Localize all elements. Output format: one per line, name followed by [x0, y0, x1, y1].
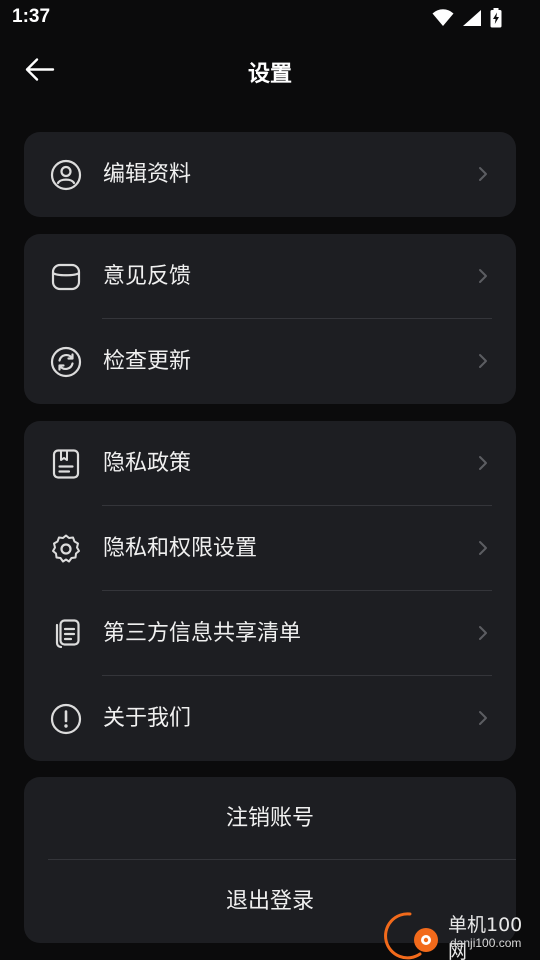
chevron-right-icon	[479, 269, 487, 283]
feedback-label: 意见反馈	[103, 264, 192, 289]
third-party-sharing-list-label: 第三方信息共享清单	[103, 621, 302, 646]
chevron-right-icon	[479, 541, 487, 555]
third-party-sharing-list-item[interactable]: 第三方信息共享清单	[24, 591, 516, 676]
settings-group-profile: 编辑资料	[24, 132, 516, 217]
watermark-logo-icon	[384, 912, 438, 960]
chevron-right-icon	[479, 711, 487, 725]
chevron-right-icon	[479, 456, 487, 470]
status-time: 1:37	[12, 6, 51, 27]
privacy-document-icon	[52, 449, 80, 479]
feedback-item[interactable]: 意见反馈	[24, 234, 516, 319]
refresh-icon	[50, 346, 82, 378]
about-us-item[interactable]: 关于我们	[24, 676, 516, 761]
profile-icon	[50, 159, 82, 191]
watermark: 单机100网 danji100.com	[380, 908, 540, 960]
edit-profile-label: 编辑资料	[103, 162, 192, 187]
gear-icon	[52, 534, 80, 563]
settings-screen: 1:37 设置 编辑资料 意见反馈 检查更新 隐私政策 隐私和权限设置 第三方信…	[0, 0, 540, 960]
deactivate-account-button[interactable]: 注销账号	[24, 777, 516, 860]
feedback-icon	[51, 263, 81, 291]
wifi-icon	[432, 9, 454, 26]
page-title: 设置	[247, 62, 292, 87]
privacy-permission-settings-label: 隐私和权限设置	[103, 536, 258, 561]
watermark-text-en: danji100.com	[450, 936, 522, 950]
chevron-right-icon	[479, 167, 487, 181]
privacy-policy-item[interactable]: 隐私政策	[24, 421, 516, 506]
status-icons	[432, 7, 502, 29]
chevron-right-icon	[479, 354, 487, 368]
header: 设置	[0, 40, 540, 100]
chevron-right-icon	[479, 626, 487, 640]
about-us-label: 关于我们	[103, 706, 192, 731]
edit-profile-item[interactable]: 编辑资料	[24, 132, 516, 217]
watermark-text-cn: 单机100网	[448, 914, 523, 960]
battery-charging-icon	[490, 8, 502, 28]
copy-list-icon	[55, 619, 80, 649]
info-exclamation-icon	[50, 703, 82, 735]
status-bar: 1:37	[0, 0, 540, 36]
privacy-policy-label: 隐私政策	[103, 451, 192, 476]
settings-group-privacy: 隐私政策 隐私和权限设置 第三方信息共享清单 关于我们	[24, 421, 516, 761]
privacy-permission-settings-item[interactable]: 隐私和权限设置	[24, 506, 516, 591]
signal-icon	[463, 10, 481, 26]
settings-group-feedback: 意见反馈 检查更新	[24, 234, 516, 404]
check-update-item[interactable]: 检查更新	[24, 319, 516, 404]
check-update-label: 检查更新	[103, 349, 192, 374]
